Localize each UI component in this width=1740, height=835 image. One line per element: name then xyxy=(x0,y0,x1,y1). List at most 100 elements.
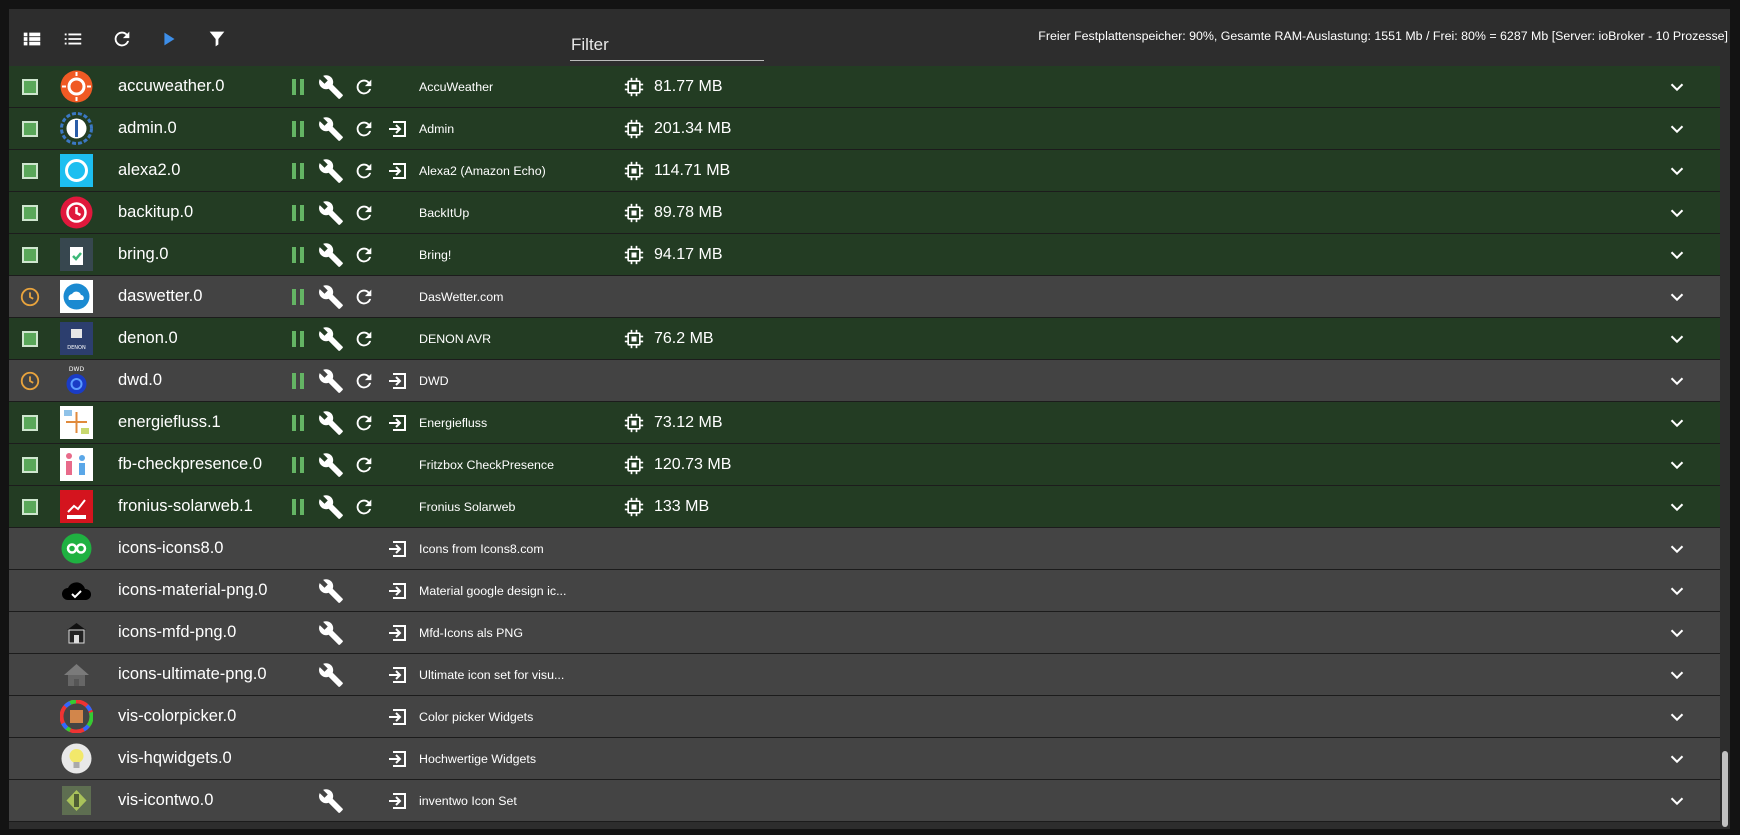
instance-row: vis-colorpicker.0 Color picker Widgets xyxy=(9,696,1720,738)
settings-button[interactable] xyxy=(316,444,346,485)
open-web-button[interactable] xyxy=(384,360,410,401)
open-web-button[interactable] xyxy=(384,150,410,191)
settings-button[interactable] xyxy=(316,402,346,443)
expand-button[interactable] xyxy=(1664,234,1690,275)
expand-button[interactable] xyxy=(1664,318,1690,359)
denon-icon: DENON xyxy=(60,322,93,355)
pause-button[interactable] xyxy=(288,150,308,191)
settings-button[interactable] xyxy=(316,360,346,401)
expand-button[interactable] xyxy=(1664,570,1690,611)
pause-button[interactable] xyxy=(288,486,308,527)
expand-button[interactable] xyxy=(1664,192,1690,233)
open-web-button[interactable] xyxy=(384,654,410,695)
expand-button[interactable] xyxy=(1664,360,1690,401)
open-web-button[interactable] xyxy=(384,402,410,443)
expand-button[interactable] xyxy=(1664,528,1690,569)
input-arrow-icon xyxy=(389,624,406,641)
settings-button[interactable] xyxy=(316,192,346,233)
input-arrow-icon xyxy=(389,414,406,431)
expand-button[interactable] xyxy=(1664,66,1690,107)
filter-button[interactable] xyxy=(203,25,231,53)
instance-status xyxy=(19,612,41,653)
restart-button[interactable] xyxy=(352,234,376,275)
open-web-button[interactable] xyxy=(384,612,410,653)
alexa-icon xyxy=(60,154,93,187)
open-web-button[interactable] xyxy=(384,108,410,149)
settings-button[interactable] xyxy=(316,318,346,359)
settings-button[interactable] xyxy=(316,486,346,527)
restart-button[interactable] xyxy=(352,66,376,107)
expand-button[interactable] xyxy=(1664,444,1690,485)
pause-button[interactable] xyxy=(288,444,308,485)
settings-button[interactable] xyxy=(316,150,346,191)
pause-button[interactable] xyxy=(288,360,308,401)
instance-row: daswetter.0 DasWetter.com xyxy=(9,276,1720,318)
expand-button[interactable] xyxy=(1664,108,1690,149)
settings-button[interactable] xyxy=(316,780,346,821)
expand-button[interactable] xyxy=(1664,696,1690,737)
status-running-indicator xyxy=(22,120,38,137)
filter-input[interactable] xyxy=(570,32,766,58)
restart-button[interactable] xyxy=(352,276,376,317)
settings-button[interactable] xyxy=(316,234,346,275)
instance-name: fronius-solarweb.1 xyxy=(118,497,253,515)
adapter-logo xyxy=(60,444,93,485)
pause-button[interactable] xyxy=(288,234,308,275)
instance-ram: 120.73 MB xyxy=(654,455,732,473)
open-web-button[interactable] xyxy=(384,528,410,569)
restart-button[interactable] xyxy=(352,150,376,191)
instance-ram: 201.34 MB xyxy=(654,119,732,137)
settings-button[interactable] xyxy=(316,654,346,695)
expand-button[interactable] xyxy=(1664,654,1690,695)
expand-button[interactable] xyxy=(1664,780,1690,821)
instance-title: Admin xyxy=(419,121,455,136)
open-web-button[interactable] xyxy=(384,780,410,821)
settings-button[interactable] xyxy=(316,108,346,149)
expand-button[interactable] xyxy=(1664,150,1690,191)
scrollbar-thumb[interactable] xyxy=(1722,751,1728,827)
toolbar: Freier Festplattenspeicher: 90%, Gesamte… xyxy=(9,9,1730,66)
pause-button[interactable] xyxy=(288,318,308,359)
adapter-logo xyxy=(60,192,93,233)
instance-title: Energiefluss xyxy=(419,415,488,430)
chevron-down-icon xyxy=(1670,209,1684,217)
restart-button[interactable] xyxy=(352,360,376,401)
expand-button[interactable] xyxy=(1664,738,1690,779)
settings-button[interactable] xyxy=(316,612,346,653)
list-view-button[interactable] xyxy=(59,25,87,53)
pause-button[interactable] xyxy=(288,276,308,317)
scrollbar[interactable] xyxy=(1720,66,1730,829)
expand-button[interactable] xyxy=(1664,486,1690,527)
expand-button[interactable] xyxy=(1664,402,1690,443)
expand-button[interactable] xyxy=(1664,612,1690,653)
restart-button[interactable] xyxy=(352,108,376,149)
lightbulb-icon xyxy=(60,742,93,775)
pause-button[interactable] xyxy=(288,108,308,149)
tile-view-button[interactable] xyxy=(18,25,46,53)
instance-row: backitup.0 BackItUp 89.78 MB xyxy=(9,192,1720,234)
chevron-down-icon xyxy=(1670,83,1684,91)
pause-button[interactable] xyxy=(288,192,308,233)
wrench-icon xyxy=(319,200,343,225)
pause-icon xyxy=(292,372,304,389)
restart-button[interactable] xyxy=(352,318,376,359)
pause-button[interactable] xyxy=(288,66,308,107)
restart-button[interactable] xyxy=(352,192,376,233)
refresh-icon xyxy=(356,121,372,136)
play-button[interactable] xyxy=(155,25,183,53)
settings-button[interactable] xyxy=(316,276,346,317)
restart-button[interactable] xyxy=(352,402,376,443)
settings-button[interactable] xyxy=(316,570,346,611)
expand-button[interactable] xyxy=(1664,276,1690,317)
pause-button[interactable] xyxy=(288,402,308,443)
chevron-down-icon xyxy=(1670,755,1684,763)
chevron-down-icon xyxy=(1670,419,1684,427)
restart-button[interactable] xyxy=(352,444,376,485)
settings-button[interactable] xyxy=(316,66,346,107)
open-web-button[interactable] xyxy=(384,570,410,611)
wrench-icon xyxy=(319,410,343,435)
restart-button[interactable] xyxy=(352,486,376,527)
refresh-button[interactable] xyxy=(108,25,136,53)
open-web-button[interactable] xyxy=(384,696,410,737)
open-web-button[interactable] xyxy=(384,738,410,779)
